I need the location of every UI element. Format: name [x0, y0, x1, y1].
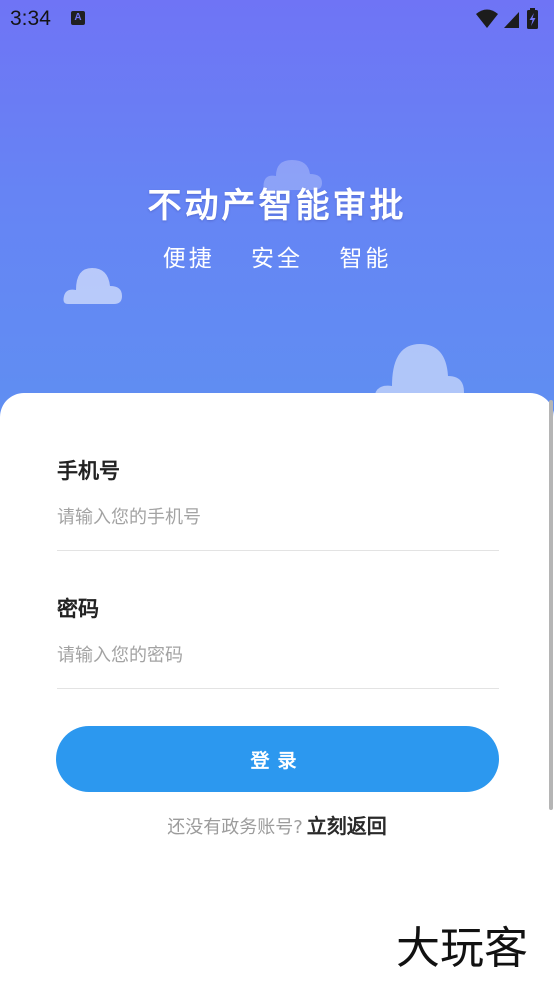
- login-button[interactable]: 登录: [56, 726, 499, 792]
- app-tagline: 便捷 安全 智能: [0, 239, 554, 273]
- status-icons: [476, 8, 538, 29]
- hero-banner: 3:34 A 不动产智能审批 便捷 安全 智能: [0, 0, 554, 430]
- app-title: 不动产智能审批: [147, 186, 407, 226]
- battery-icon: [527, 8, 538, 29]
- phone-label: 手机号: [57, 459, 120, 483]
- signal-icon: [504, 12, 519, 28]
- password-input[interactable]: [57, 637, 499, 673]
- phone-input[interactable]: [57, 499, 499, 535]
- svg-text:大玩客: 大玩客: [396, 923, 528, 974]
- status-bar: 3:34 A: [0, 0, 554, 38]
- password-divider: [57, 688, 499, 689]
- phone-divider: [57, 550, 499, 551]
- watermark-logo: 大玩客: [396, 923, 528, 974]
- password-label: 密码: [57, 597, 99, 621]
- register-prompt: 还没有政务账号?: [167, 817, 303, 838]
- tag-smart: 智能: [339, 246, 392, 272]
- notification-icon: A: [71, 11, 85, 25]
- tag-convenient: 便捷: [162, 246, 215, 272]
- register-row: 还没有政务账号? 立刻返回: [0, 810, 554, 839]
- scrollbar[interactable]: [549, 400, 553, 810]
- register-link[interactable]: 立刻返回: [307, 814, 387, 838]
- wifi-icon: [476, 9, 498, 28]
- status-time: 3:34: [10, 7, 51, 30]
- tag-secure: 安全: [251, 246, 303, 272]
